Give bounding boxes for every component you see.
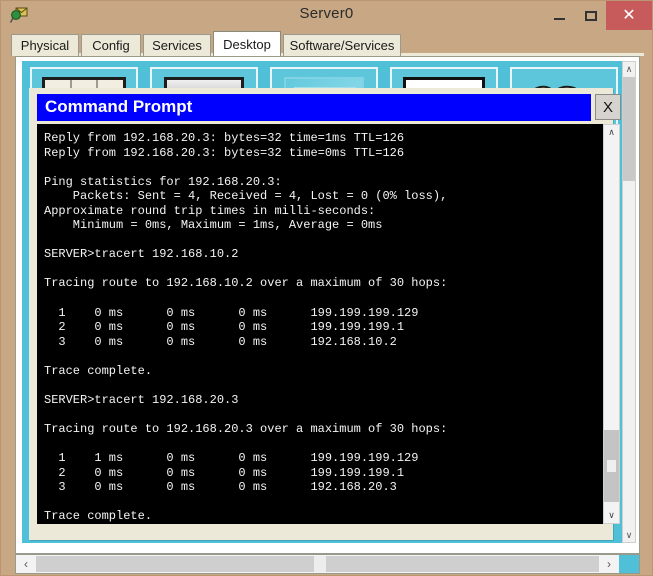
window-titlebar[interactable]: Server0 ✕	[1, 1, 652, 30]
horizontal-scroll-track[interactable]	[36, 556, 599, 572]
minimize-icon	[554, 17, 565, 20]
tab-physical[interactable]: Physical	[11, 34, 79, 56]
terminal-scroll-down-icon[interactable]: ∨	[604, 508, 619, 523]
terminal-vertical-scrollbar[interactable]: ∧ ∨	[603, 124, 620, 524]
desktop-panel: ∧ ∨ Command Prompt X Reply from 192.168.…	[15, 56, 640, 554]
tab-bar: Physical Config Services Desktop Softwar…	[11, 31, 644, 56]
terminal-scroll-up-icon[interactable]: ∧	[604, 125, 619, 140]
close-icon: X	[602, 98, 613, 116]
scroll-right-icon[interactable]: ›	[599, 555, 619, 573]
terminal-text: Reply from 192.168.20.3: bytes=32 time=1…	[44, 131, 448, 524]
command-prompt-titlebar[interactable]: Command Prompt	[37, 94, 591, 121]
scrollbar-thumb[interactable]	[623, 77, 635, 181]
tab-config[interactable]: Config	[81, 34, 141, 56]
scrollbar-thumb-grip	[607, 460, 616, 472]
desktop-horizontal-scrollbar[interactable]: ‹ ›	[15, 554, 640, 574]
scroll-down-icon[interactable]: ∨	[623, 528, 635, 542]
terminal-area: Reply from 192.168.20.3: bytes=32 time=1…	[37, 124, 621, 524]
tab-label: Desktop	[223, 36, 271, 52]
scroll-up-icon[interactable]: ∧	[623, 62, 635, 76]
terminal-scrollbar-thumb[interactable]	[604, 430, 619, 502]
tab-label: Physical	[20, 38, 70, 53]
terminal-output[interactable]: Reply from 192.168.20.3: bytes=32 time=1…	[37, 124, 603, 524]
maximize-icon	[584, 10, 597, 21]
server0-window: Server0 ✕ Physical Config Services Deskt…	[0, 0, 653, 576]
horizontal-scrollbar-thumb[interactable]	[314, 556, 326, 572]
command-prompt-window: Command Prompt X Reply from 192.168.20.3…	[29, 88, 621, 540]
tab-label: Software/Services	[289, 38, 395, 53]
command-prompt-title: Command Prompt	[45, 97, 193, 116]
tab-label: Config	[92, 38, 130, 53]
close-button[interactable]: ✕	[606, 1, 652, 30]
tab-software-services[interactable]: Software/Services	[283, 34, 401, 56]
desktop-vertical-scrollbar[interactable]: ∧ ∨	[622, 61, 636, 543]
scroll-left-icon[interactable]: ‹	[16, 555, 36, 573]
tab-desktop[interactable]: Desktop	[213, 31, 281, 56]
tab-label: Services	[152, 38, 202, 53]
tab-services[interactable]: Services	[143, 34, 211, 56]
minimize-button[interactable]	[544, 1, 575, 30]
scrollbar-corner	[619, 555, 639, 573]
maximize-button[interactable]	[575, 1, 606, 30]
command-prompt-close-button[interactable]: X	[595, 94, 621, 120]
close-icon: ✕	[622, 6, 636, 24]
